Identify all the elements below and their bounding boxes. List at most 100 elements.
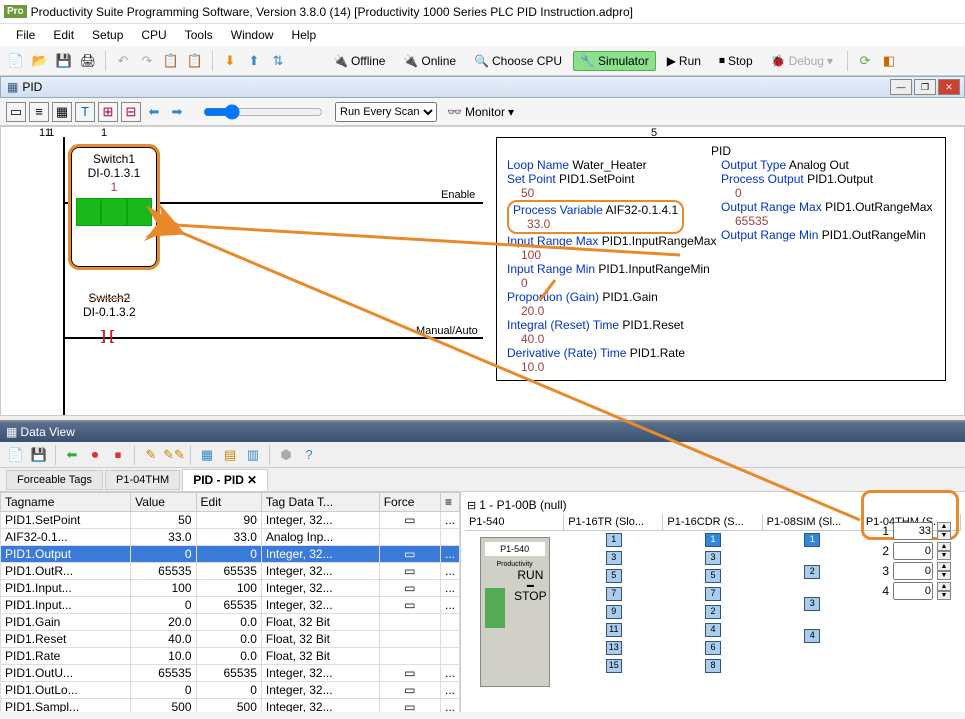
save-icon[interactable]: 💾	[54, 51, 74, 71]
table-row[interactable]: PID1.Reset40.00.0Float, 32 Bit	[1, 631, 460, 648]
table-row[interactable]: PID1.Sampl...500500Integer, 32...▭...	[1, 699, 460, 713]
dv-help-icon[interactable]: ?	[299, 445, 319, 465]
monitor-button[interactable]: 👓 Monitor ▾	[440, 102, 521, 122]
ladder-tool-t[interactable]: T	[75, 102, 95, 122]
spin-up-icon[interactable]: ▲	[937, 522, 951, 531]
close-button[interactable]: ✕	[938, 79, 960, 95]
tab-pid[interactable]: PID - PID ✕	[182, 469, 268, 491]
run-mode-select[interactable]: Run Every Scan	[335, 102, 437, 122]
debug-button[interactable]: 🐞 Debug ▾	[764, 51, 840, 71]
restore-button[interactable]: ❐	[914, 79, 936, 95]
col-edit[interactable]: Edit	[196, 493, 261, 512]
menu-file[interactable]: File	[8, 26, 43, 44]
dv-chart-icon[interactable]: ▤	[220, 445, 240, 465]
dataview-title: Data View	[20, 425, 74, 439]
thm-ch3-input[interactable]	[893, 562, 933, 580]
enable-label: Enable	[441, 189, 475, 201]
mod-p116cdr[interactable]: P1-16CDR (S...	[663, 514, 762, 530]
dv-table-icon[interactable]: ▥	[243, 445, 263, 465]
ladder-tool-a2[interactable]: ⊟	[121, 102, 141, 122]
tab-forceable[interactable]: Forceable Tags	[6, 470, 103, 490]
menu-edit[interactable]: Edit	[45, 26, 82, 44]
table-row[interactable]: PID1.OutU...6553565535Integer, 32...▭...	[1, 665, 460, 682]
minimize-button[interactable]: —	[890, 79, 912, 95]
online-button[interactable]: 🔌 Online	[396, 51, 463, 71]
mod-p116tr[interactable]: P1-16TR (Slo...	[564, 514, 663, 530]
menu-help[interactable]: Help	[283, 26, 324, 44]
dv-hex-icon[interactable]: ⬢	[276, 445, 296, 465]
module-view: ⊟ 1 - P1-00B (null) P1-540 P1-16TR (Slo.…	[460, 492, 965, 712]
table-row[interactable]: AIF32-0.1...33.033.0Analog Inp...	[1, 529, 460, 546]
dv-prev-icon[interactable]: ⬅	[62, 445, 82, 465]
menu-setup[interactable]: Setup	[84, 26, 131, 44]
col-extra[interactable]: ≡	[440, 493, 459, 512]
table-row[interactable]: PID1.SetPoint5090Integer, 32...▭...	[1, 512, 460, 529]
spin-down-icon[interactable]: ▼	[937, 531, 951, 540]
ladder-tool-a1[interactable]: ⊞	[98, 102, 118, 122]
offline-button[interactable]: 🔌 Offline	[326, 51, 392, 71]
col-tagtype[interactable]: Tag Data T...	[261, 493, 379, 512]
tag-grid[interactable]: Tagname Value Edit Tag Data T... Force ≡…	[0, 492, 460, 712]
open-icon[interactable]: 📂	[30, 51, 50, 71]
table-row[interactable]: PID1.OutR...6553565535Integer, 32...▭...	[1, 563, 460, 580]
table-row[interactable]: PID1.Rate10.00.0Float, 32 Bit	[1, 648, 460, 665]
copy-icon[interactable]: 📋	[161, 51, 181, 71]
col-tagname[interactable]: Tagname	[1, 493, 131, 512]
dv-stop-icon[interactable]: ⏹	[108, 445, 128, 465]
dv-new-icon[interactable]: 📄	[6, 445, 26, 465]
menu-cpu[interactable]: CPU	[133, 26, 174, 44]
dv-writeall-icon[interactable]: ✎✎	[164, 445, 184, 465]
zoom-slider[interactable]	[203, 104, 323, 120]
app-titlebar: Pro Productivity Suite Programming Softw…	[0, 0, 965, 24]
switch2-name: Switch2	[83, 291, 136, 305]
transfer-up-icon[interactable]: ⬆	[244, 51, 264, 71]
dataview-tabs: Forceable Tags P1-04THM PID - PID ✕	[0, 468, 965, 492]
col-marker-1: 1	[101, 127, 107, 139]
table-row[interactable]: PID1.Gain20.00.0Float, 32 Bit	[1, 614, 460, 631]
new-icon[interactable]: 📄	[6, 51, 26, 71]
tab-close-icon[interactable]: ✕	[247, 473, 257, 487]
menu-tools[interactable]: Tools	[177, 26, 221, 44]
transfer-down-icon[interactable]: ⬇	[220, 51, 240, 71]
compare-icon[interactable]: ⇅	[268, 51, 288, 71]
thm-ch4-input[interactable]	[893, 582, 933, 600]
stop-button[interactable]: ⏹ Stop	[712, 50, 760, 71]
ladder-left-icon[interactable]: ⬅	[144, 102, 164, 122]
table-row[interactable]: PID1.Output00Integer, 32...▭...	[1, 546, 460, 563]
ladder-tool-3[interactable]: ▦	[52, 102, 72, 122]
print-icon[interactable]: 🖨	[78, 51, 98, 71]
mod-p1540[interactable]: P1-540	[465, 514, 564, 530]
paste-icon[interactable]: 📋	[185, 51, 205, 71]
menu-window[interactable]: Window	[223, 26, 282, 44]
table-row[interactable]: PID1.Input...065535Integer, 32...▭...	[1, 597, 460, 614]
choose-cpu-button[interactable]: 🔍 Choose CPU	[467, 51, 569, 71]
col-value[interactable]: Value	[131, 493, 196, 512]
contact-switch2[interactable]: Switch2 DI-0.1.3.2	[83, 291, 136, 319]
ladder-toolbar: ▭ ≡ ▦ T ⊞ ⊟ ⬅ ➡ Run Every Scan 👓 Monitor…	[0, 98, 965, 126]
dv-record-icon[interactable]: ⏺	[85, 445, 105, 465]
tool-icon-1[interactable]: ⟳	[855, 51, 875, 71]
table-row[interactable]: PID1.Input...100100Integer, 32...▭...	[1, 580, 460, 597]
thm-ch2-input[interactable]	[893, 542, 933, 560]
contact-switch1[interactable]: Switch1 DI-0.1.3.1 1	[71, 147, 157, 267]
tool-icon-2[interactable]: ◧	[879, 51, 899, 71]
contact-symbol: ] [	[101, 327, 114, 343]
ladder-tool-2[interactable]: ≡	[29, 102, 49, 122]
mod-p108sim[interactable]: P1-08SIM (Sl...	[763, 514, 862, 530]
ladder-right-icon[interactable]: ➡	[167, 102, 187, 122]
dv-write-icon[interactable]: ✎	[141, 445, 161, 465]
dv-grid-icon[interactable]: ▦	[197, 445, 217, 465]
ladder-tool-1[interactable]: ▭	[6, 102, 26, 122]
p116tr-leds: 13579111315	[564, 531, 663, 693]
table-row[interactable]: PID1.OutLo...00Integer, 32...▭...	[1, 682, 460, 699]
redo-icon[interactable]: ↷	[137, 51, 157, 71]
ladder-canvas[interactable]: 1 5 1 1.1 Switch1 DI-0.1.3.1 1 Switch2 D…	[0, 126, 965, 416]
simulator-button[interactable]: 🔧 Simulator	[573, 51, 656, 71]
thm-ch1-input[interactable]	[893, 522, 933, 540]
run-button[interactable]: ▶ Run	[660, 51, 708, 71]
dv-save-icon[interactable]: 💾	[29, 445, 49, 465]
tab-p104thm[interactable]: P1-04THM	[105, 470, 180, 490]
pid-instruction-box[interactable]: PID Loop Name Water_Heater Set Point PID…	[496, 137, 946, 381]
undo-icon[interactable]: ↶	[113, 51, 133, 71]
col-force[interactable]: Force	[379, 493, 440, 512]
